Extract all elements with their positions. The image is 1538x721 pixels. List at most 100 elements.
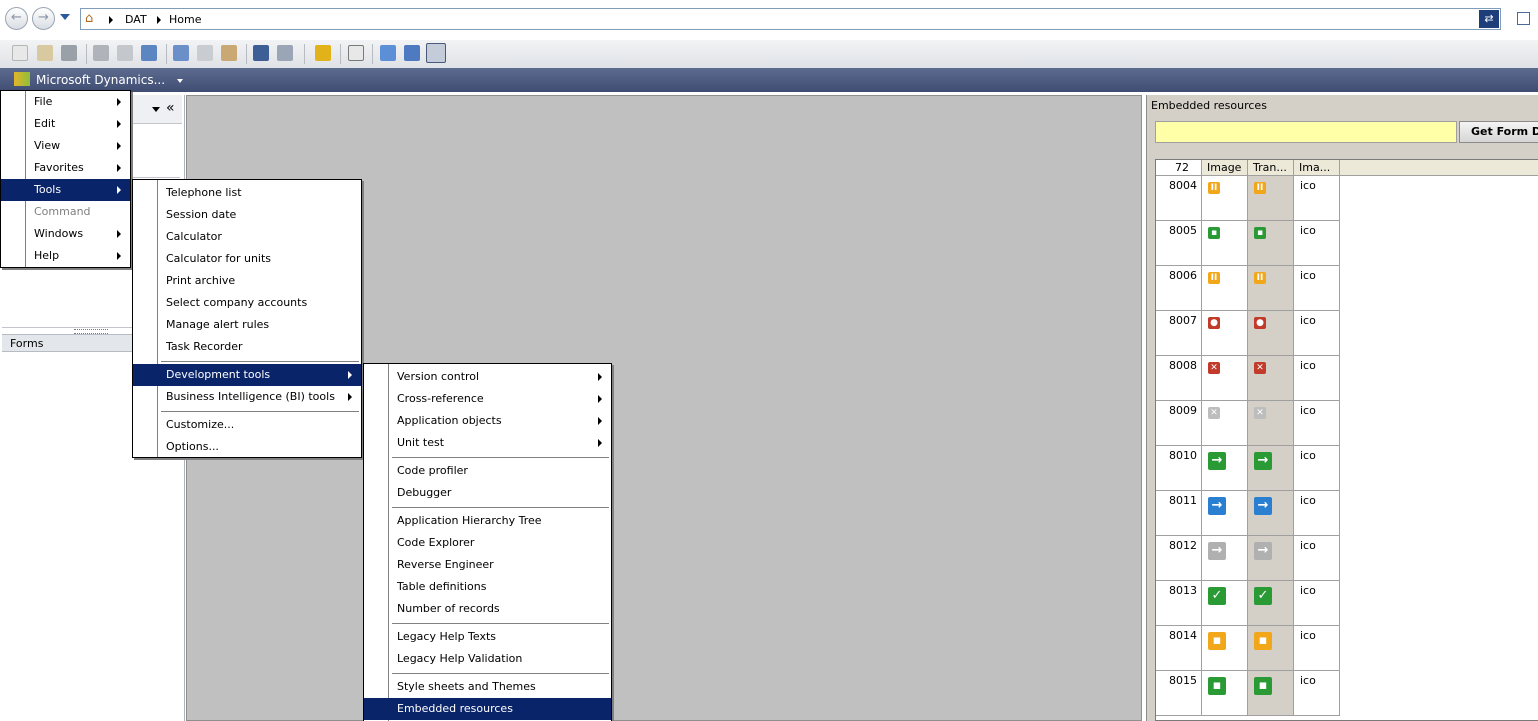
form-details-input[interactable] — [1155, 121, 1457, 143]
menu-item-code-explorer[interactable]: Code Explorer — [364, 532, 611, 554]
cell-type[interactable]: ico — [1294, 401, 1340, 446]
cell-image[interactable]: II — [1202, 266, 1248, 311]
cell-type[interactable]: ico — [1294, 671, 1340, 716]
cell-id[interactable]: 8009 — [1156, 401, 1202, 446]
cell-type[interactable]: ico — [1294, 581, 1340, 626]
layout-icon[interactable] — [1517, 12, 1530, 25]
table-row[interactable]: 8012 → → ico — [1156, 536, 1538, 581]
menu-item-code-profiler[interactable]: Code profiler — [364, 460, 611, 482]
menu-item-telephone-list[interactable]: Telephone list — [133, 182, 361, 204]
cell-type[interactable]: ico — [1294, 176, 1340, 221]
column-header-count[interactable]: 72 — [1156, 160, 1202, 176]
cell-transparent[interactable]: → — [1248, 491, 1294, 536]
forward-button[interactable]: → — [32, 7, 55, 30]
chevron-down-icon[interactable] — [152, 107, 160, 112]
report-icon[interactable] — [141, 45, 157, 61]
menu-item-edit[interactable]: Edit — [1, 113, 130, 135]
table-row[interactable]: 8009 ✕ ✕ ico — [1156, 401, 1538, 446]
menu-item-development-tools[interactable]: Development tools — [133, 364, 361, 386]
cell-id[interactable]: 8013 — [1156, 581, 1202, 626]
cell-id[interactable]: 8014 — [1156, 626, 1202, 671]
breadcrumb-arrow-icon[interactable] — [157, 16, 161, 24]
menu-item-table-definitions[interactable]: Table definitions — [364, 576, 611, 598]
address-input[interactable]: ⌂ DAT Home ⇄ — [80, 8, 1501, 30]
print-preview-icon[interactable] — [117, 45, 133, 61]
cell-image[interactable]: ● — [1202, 311, 1248, 356]
display-icon[interactable] — [426, 43, 446, 63]
cell-type[interactable]: ico — [1294, 221, 1340, 266]
cell-id[interactable]: 8004 — [1156, 176, 1202, 221]
menu-item-cross-reference[interactable]: Cross-reference — [364, 388, 611, 410]
breadcrumb-home[interactable]: Home — [169, 13, 201, 26]
table-row[interactable]: 8011 → → ico — [1156, 491, 1538, 536]
menu-item-debugger[interactable]: Debugger — [364, 482, 611, 504]
menu-item-customize[interactable]: Customize... — [133, 414, 361, 436]
table-row[interactable]: 8006 II II ico — [1156, 266, 1538, 311]
column-header-image[interactable]: Image — [1202, 160, 1248, 176]
column-header-image-type[interactable]: Ima... — [1294, 160, 1340, 176]
menu-item-help[interactable]: Help — [1, 245, 130, 267]
table-row[interactable]: 8008 ✕ ✕ ico — [1156, 356, 1538, 401]
cut-icon[interactable] — [173, 45, 189, 61]
menu-item-application-hierarchy-tree[interactable]: Application Hierarchy Tree — [364, 510, 611, 532]
menu-item-file[interactable]: File — [1, 91, 130, 113]
cell-image[interactable]: ▪ — [1202, 221, 1248, 266]
paste-icon[interactable] — [221, 45, 237, 61]
column-header-transparent[interactable]: Tran... — [1248, 160, 1294, 176]
cell-transparent[interactable]: → — [1248, 536, 1294, 581]
cell-image[interactable]: → — [1202, 491, 1248, 536]
cell-id[interactable]: 8005 — [1156, 221, 1202, 266]
table-row[interactable]: 8007 ● ● ico — [1156, 311, 1538, 356]
cell-id[interactable]: 8012 — [1156, 536, 1202, 581]
application-menu[interactable]: Microsoft Dynamics... — [30, 70, 189, 90]
alert-icon[interactable] — [315, 45, 331, 61]
menu-item-calculator[interactable]: Calculator — [133, 226, 361, 248]
cell-type[interactable]: ico — [1294, 626, 1340, 671]
table-row[interactable]: 8014 ▪ ▪ ico — [1156, 626, 1538, 671]
cell-transparent[interactable]: → — [1248, 446, 1294, 491]
menu-item-legacy-help-validation[interactable]: Legacy Help Validation — [364, 648, 611, 670]
cell-type[interactable]: ico — [1294, 311, 1340, 356]
menu-item-session-date[interactable]: Session date — [133, 204, 361, 226]
breadcrumb-arrow-icon[interactable] — [109, 16, 113, 24]
cell-type[interactable]: ico — [1294, 536, 1340, 581]
menu-item-unit-test[interactable]: Unit test — [364, 432, 611, 454]
cell-transparent[interactable]: ▪ — [1248, 221, 1294, 266]
cell-type[interactable]: ico — [1294, 356, 1340, 401]
cell-image[interactable]: → — [1202, 536, 1248, 581]
menu-item-view[interactable]: View — [1, 135, 130, 157]
cell-transparent[interactable]: ✕ — [1248, 401, 1294, 446]
menu-item-select-company[interactable]: Select company accounts — [133, 292, 361, 314]
cell-type[interactable]: ico — [1294, 266, 1340, 311]
menu-item-tools[interactable]: Tools — [1, 179, 130, 201]
cell-transparent[interactable]: ▪ — [1248, 626, 1294, 671]
find-icon[interactable] — [253, 45, 269, 61]
table-row[interactable]: 8005 ▪ ▪ ico — [1156, 221, 1538, 266]
breadcrumb-company[interactable]: DAT — [125, 13, 147, 26]
cell-image[interactable]: → — [1202, 446, 1248, 491]
cell-id[interactable]: 8006 — [1156, 266, 1202, 311]
print-icon[interactable] — [93, 45, 109, 61]
refresh-icon[interactable]: ⇄ — [1479, 10, 1499, 28]
collapse-icon[interactable]: « — [166, 100, 175, 116]
cell-image[interactable]: ▪ — [1202, 671, 1248, 716]
get-form-details-button[interactable]: Get Form Details — [1459, 121, 1538, 143]
menu-item-manage-alert-rules[interactable]: Manage alert rules — [133, 314, 361, 336]
history-dropdown-icon[interactable] — [60, 14, 70, 20]
menu-item-version-control[interactable]: Version control — [364, 366, 611, 388]
record-info-icon[interactable] — [380, 45, 396, 61]
cell-transparent[interactable]: ✓ — [1248, 581, 1294, 626]
menu-item-task-recorder[interactable]: Task Recorder — [133, 336, 361, 358]
cell-image[interactable]: ✕ — [1202, 356, 1248, 401]
menu-item-windows[interactable]: Windows — [1, 223, 130, 245]
menu-item-favorites[interactable]: Favorites — [1, 157, 130, 179]
cell-id[interactable]: 8007 — [1156, 311, 1202, 356]
menu-item-reverse-engineer[interactable]: Reverse Engineer — [364, 554, 611, 576]
cell-id[interactable]: 8011 — [1156, 491, 1202, 536]
cell-transparent[interactable]: ▪ — [1248, 671, 1294, 716]
new-icon[interactable] — [12, 45, 28, 61]
cell-type[interactable]: ico — [1294, 491, 1340, 536]
cell-type[interactable]: ico — [1294, 446, 1340, 491]
back-button[interactable]: ← — [5, 7, 28, 30]
cell-transparent[interactable]: ● — [1248, 311, 1294, 356]
